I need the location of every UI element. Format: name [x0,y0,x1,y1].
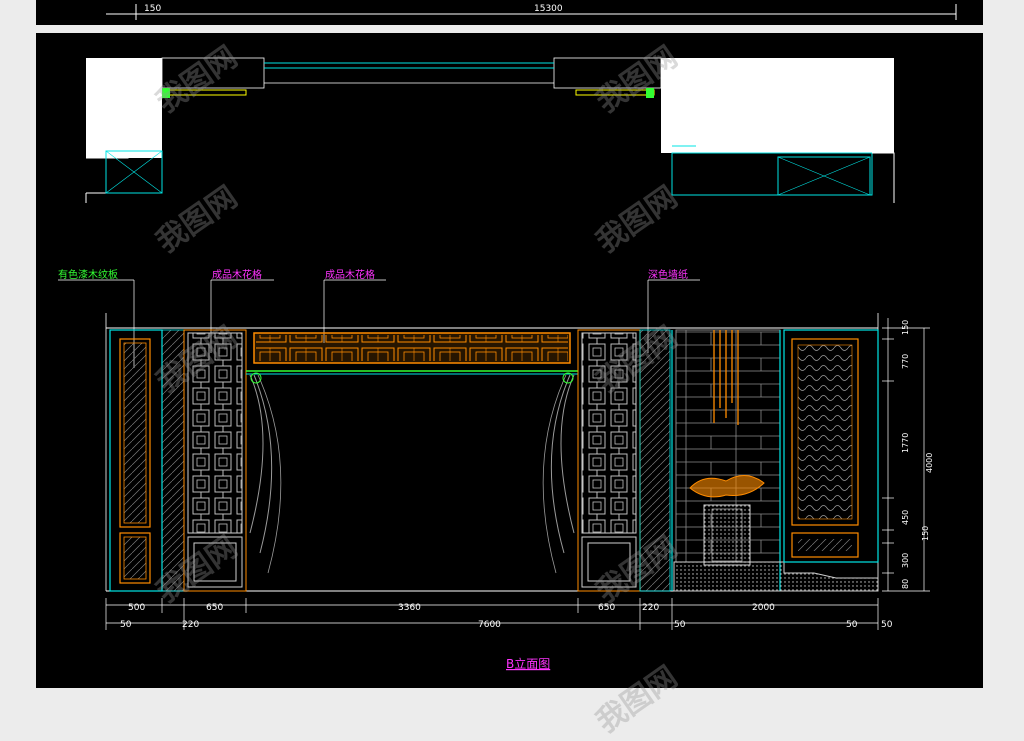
top-dim-150: 150 [144,4,161,14]
dim-650-left: 650 [206,603,223,613]
dim-right-1770: 1770 [901,433,910,453]
dim-right-450: 450 [901,510,910,525]
dim-right-300: 300 [901,553,910,568]
dim-2000: 2000 [752,603,775,613]
dim-50-right: 50 [846,620,858,630]
plan-view [85,57,895,203]
callout-wood-panel: 有色漆木纹板 [58,268,118,281]
cad-drawing-panel: 有色漆木纹板 成品木花格 成品木花格 深色墙纸 500 650 3360 650… [36,33,983,688]
dim-50-left: 50 [120,620,132,630]
dim-right-4000: 4000 [925,453,934,473]
dim-right-770: 770 [901,354,910,369]
right-dimensions: 150 770 1770 450 150 300 4000 80 [882,318,934,592]
dim-50-mid: 50 [674,620,686,630]
dim-220-right: 220 [642,603,659,613]
elevation-drawing: 有色漆木纹板 成品木花格 成品木花格 深色墙纸 500 650 3360 650… [58,57,934,671]
bottom-dimensions: 500 650 3360 650 220 2000 50 220 7600 50… [105,598,893,630]
dim-7600: 7600 [478,620,501,630]
callout-lattice-top: 成品木花格 [325,268,375,281]
top-dim-15300: 15300 [534,4,563,14]
top-dimension-svg: 150 15300 [106,4,957,20]
dim-right-150-low: 150 [921,526,930,541]
dim-220-left: 220 [182,620,199,630]
drawing-title: B立面图 [506,656,550,671]
callout-wallpaper: 深色墙纸 [648,268,688,281]
dim-right-150-top: 150 [901,320,910,335]
plan-wall-right [661,58,894,153]
top-drawing-strip: 150 15300 [36,0,983,25]
elevation-view [105,313,879,592]
dim-3360: 3360 [398,603,421,613]
plan-wall-left [86,58,162,158]
dim-50-far-right: 50 [881,620,893,630]
dim-right-80: 80 [901,579,910,589]
dim-650-right: 650 [598,603,615,613]
callout-lattice-left: 成品木花格 [212,268,262,281]
dim-500: 500 [128,603,145,613]
